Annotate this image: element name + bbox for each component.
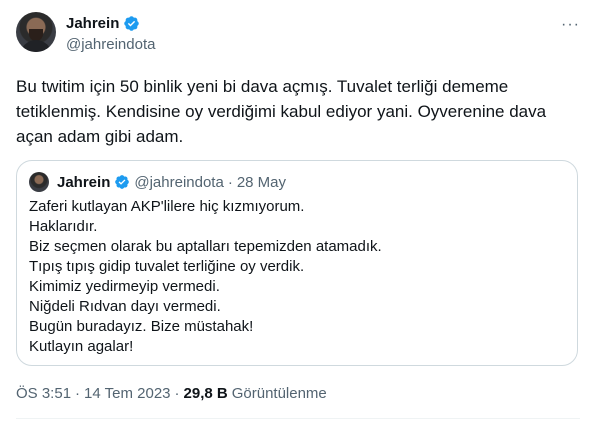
quoted-line: Tıpış tıpış gidip tuvalet terliğine oy v… bbox=[29, 258, 305, 275]
tweet-text: Bu twitim için 50 binlik yeni bi dava aç… bbox=[16, 77, 551, 146]
separator-dot: · bbox=[75, 385, 81, 402]
tweet-meta: ÖS 3:51 · 14 Tem 2023 · 29,8 B Görüntüle… bbox=[16, 385, 327, 402]
author-avatar[interactable] bbox=[16, 12, 56, 52]
tweet-header: Jahrein @jahreindota ··· bbox=[16, 12, 580, 60]
quoted-author-handle: @jahreindota bbox=[134, 173, 224, 191]
quoted-line: Bugün buradayız. Bize müstahak! bbox=[29, 318, 254, 335]
quoted-tweet-header: Jahrein @jahreindota · 28 May bbox=[29, 172, 286, 192]
author-name[interactable]: Jahrein bbox=[66, 15, 119, 32]
divider bbox=[16, 418, 580, 419]
quoted-line: Kutlayın agalar! bbox=[29, 338, 134, 355]
quoted-tweet-date: 28 May bbox=[236, 173, 287, 191]
views-label: Görüntülenme bbox=[231, 385, 327, 402]
quoted-line: Haklarıdır. bbox=[29, 218, 98, 235]
quoted-tweet-text: Zaferi kutlayan AKP'lilere hiç kızmıyoru… bbox=[29, 197, 565, 357]
separator-dot: · bbox=[174, 385, 180, 402]
quoted-line: Biz seçmen olarak bu aptalları tepemizde… bbox=[29, 238, 382, 255]
quoted-line: Kimimiz yedirmeyip vermedi. bbox=[29, 278, 220, 295]
quoted-tweet[interactable]: Jahrein @jahreindota · 28 May Zaferi kut… bbox=[16, 160, 578, 366]
quoted-line: Zaferi kutlayan AKP'lilere hiç kızmıyoru… bbox=[29, 198, 305, 215]
author-handle[interactable]: @jahreindota bbox=[66, 36, 155, 53]
quoted-verified-badge-icon bbox=[115, 175, 130, 189]
tweet-date[interactable]: 14 Tem 2023 bbox=[84, 385, 170, 402]
author-name-row[interactable]: Jahrein bbox=[66, 15, 140, 32]
separator-dot: · bbox=[227, 173, 233, 191]
quoted-author-name: Jahrein bbox=[57, 173, 111, 191]
views-count: 29,8 B bbox=[183, 385, 228, 402]
more-options-icon[interactable]: ··· bbox=[561, 16, 580, 34]
verified-badge-icon bbox=[124, 16, 140, 31]
quoted-line: Niğdeli Rıdvan dayı vermedi. bbox=[29, 298, 221, 315]
quoted-author-avatar bbox=[29, 172, 49, 192]
tweet-time[interactable]: ÖS 3:51 bbox=[16, 385, 71, 402]
